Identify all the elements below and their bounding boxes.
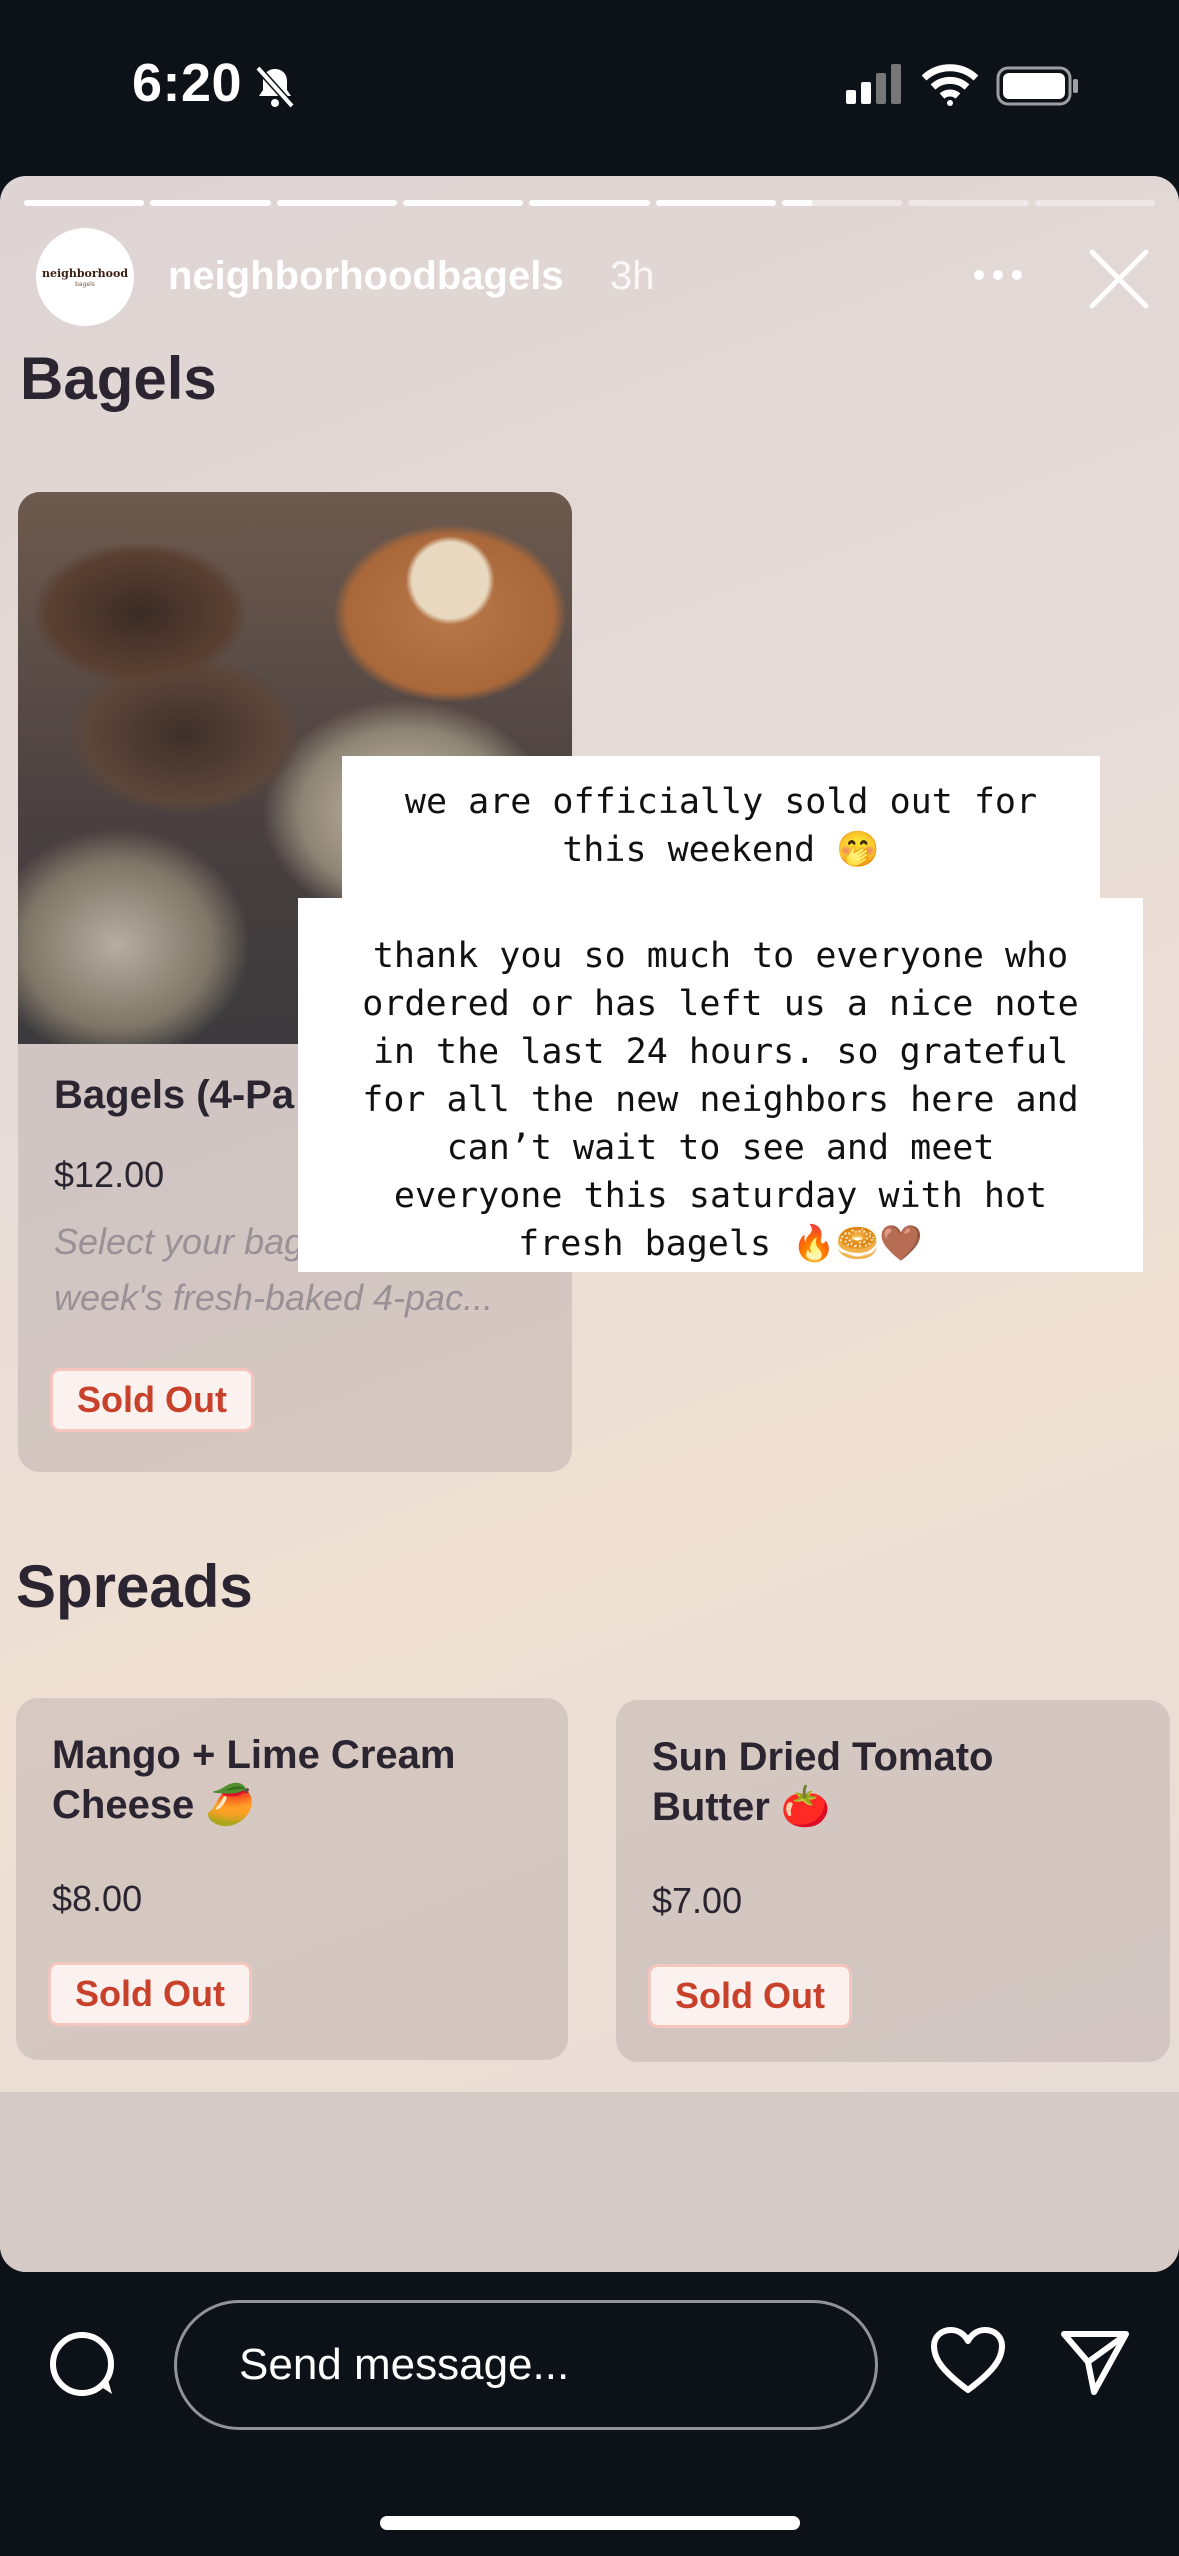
status-time: 6:20 <box>132 53 243 113</box>
story-time-ago: 3h <box>610 254 655 298</box>
story-progress-fill <box>24 200 145 206</box>
story-progress-segment <box>276 200 397 206</box>
story-viewer[interactable]: neighborhood bagels neighborhoodbagels 3… <box>0 176 1179 2272</box>
send-message-input[interactable]: Send message... <box>174 2300 878 2430</box>
item-name: Mango + Lime Cream Cheese 🥭 <box>52 1730 455 1830</box>
story-progress-fill <box>781 200 813 206</box>
section-title-bagels: Bagels <box>20 345 217 412</box>
item-price: $12.00 <box>54 1154 165 1195</box>
sold-out-badge: Sold Out <box>648 1964 852 2028</box>
item-name-line: Mango + Lime Cream <box>52 1733 456 1777</box>
sold-out-badge: Sold Out <box>48 1962 252 2026</box>
story-text-note-thank-you: thank you so much to everyone who ordere… <box>298 898 1143 1272</box>
status-bar: 6:20 <box>0 0 1179 170</box>
more-icon[interactable] <box>972 268 1024 282</box>
camera-icon[interactable] <box>48 2330 118 2400</box>
item-price: $7.00 <box>652 1880 743 1921</box>
item-name: Bagels (4-Pa <box>54 1073 295 1117</box>
signal-icon <box>846 64 901 104</box>
close-icon[interactable] <box>1088 248 1150 310</box>
story-text-note-sold-out: we are officially sold out for this week… <box>342 756 1100 906</box>
story-progress-segment <box>150 200 271 206</box>
story-progress-fill <box>150 200 271 206</box>
story-progress-fill <box>655 200 776 206</box>
reply-bar: Send message... <box>0 2290 1179 2440</box>
story-progress-segment <box>529 200 650 206</box>
story-progress-bar <box>24 200 1155 206</box>
heart-icon[interactable] <box>930 2326 1006 2396</box>
menu-card-sun-dried-tomato: Sun Dried Tomato Butter 🍅 $7.00 Sold Out <box>616 1700 1170 2062</box>
battery-icon <box>996 66 1078 106</box>
section-title-spreads: Spreads <box>16 1553 253 1620</box>
bell-off-icon <box>255 65 295 109</box>
story-progress-segment <box>1034 200 1155 206</box>
menu-card-mango-lime: Mango + Lime Cream Cheese 🥭 $8.00 Sold O… <box>16 1698 568 2060</box>
story-progress-segment <box>908 200 1029 206</box>
item-name-line: Butter 🍅 <box>652 1785 831 1829</box>
story-footer-area <box>0 2092 1179 2272</box>
item-price: $8.00 <box>52 1878 143 1919</box>
avatar[interactable]: neighborhood bagels <box>36 228 134 326</box>
item-description-line: week's fresh-baked 4-pac... <box>54 1277 494 1318</box>
send-icon[interactable] <box>1058 2326 1132 2400</box>
story-progress-fill <box>276 200 397 206</box>
avatar-logo-subtext: bagels <box>75 280 95 288</box>
sold-out-badge: Sold Out <box>50 1368 254 1432</box>
item-name-line: Cheese 🥭 <box>52 1783 256 1827</box>
story-progress-segment <box>781 200 903 206</box>
item-name-line: Sun Dried Tomato <box>652 1735 994 1779</box>
wifi-icon <box>922 64 978 106</box>
story-progress-segment <box>24 200 145 206</box>
story-progress-fill <box>402 200 524 206</box>
story-progress-segment <box>402 200 524 206</box>
story-username[interactable]: neighborhoodbagels <box>168 254 564 299</box>
story-progress-fill <box>529 200 650 206</box>
home-indicator[interactable] <box>380 2516 800 2530</box>
story-progress-segment <box>655 200 776 206</box>
item-name: Sun Dried Tomato Butter 🍅 <box>652 1732 993 1832</box>
avatar-logo-text: neighborhood <box>41 266 129 280</box>
